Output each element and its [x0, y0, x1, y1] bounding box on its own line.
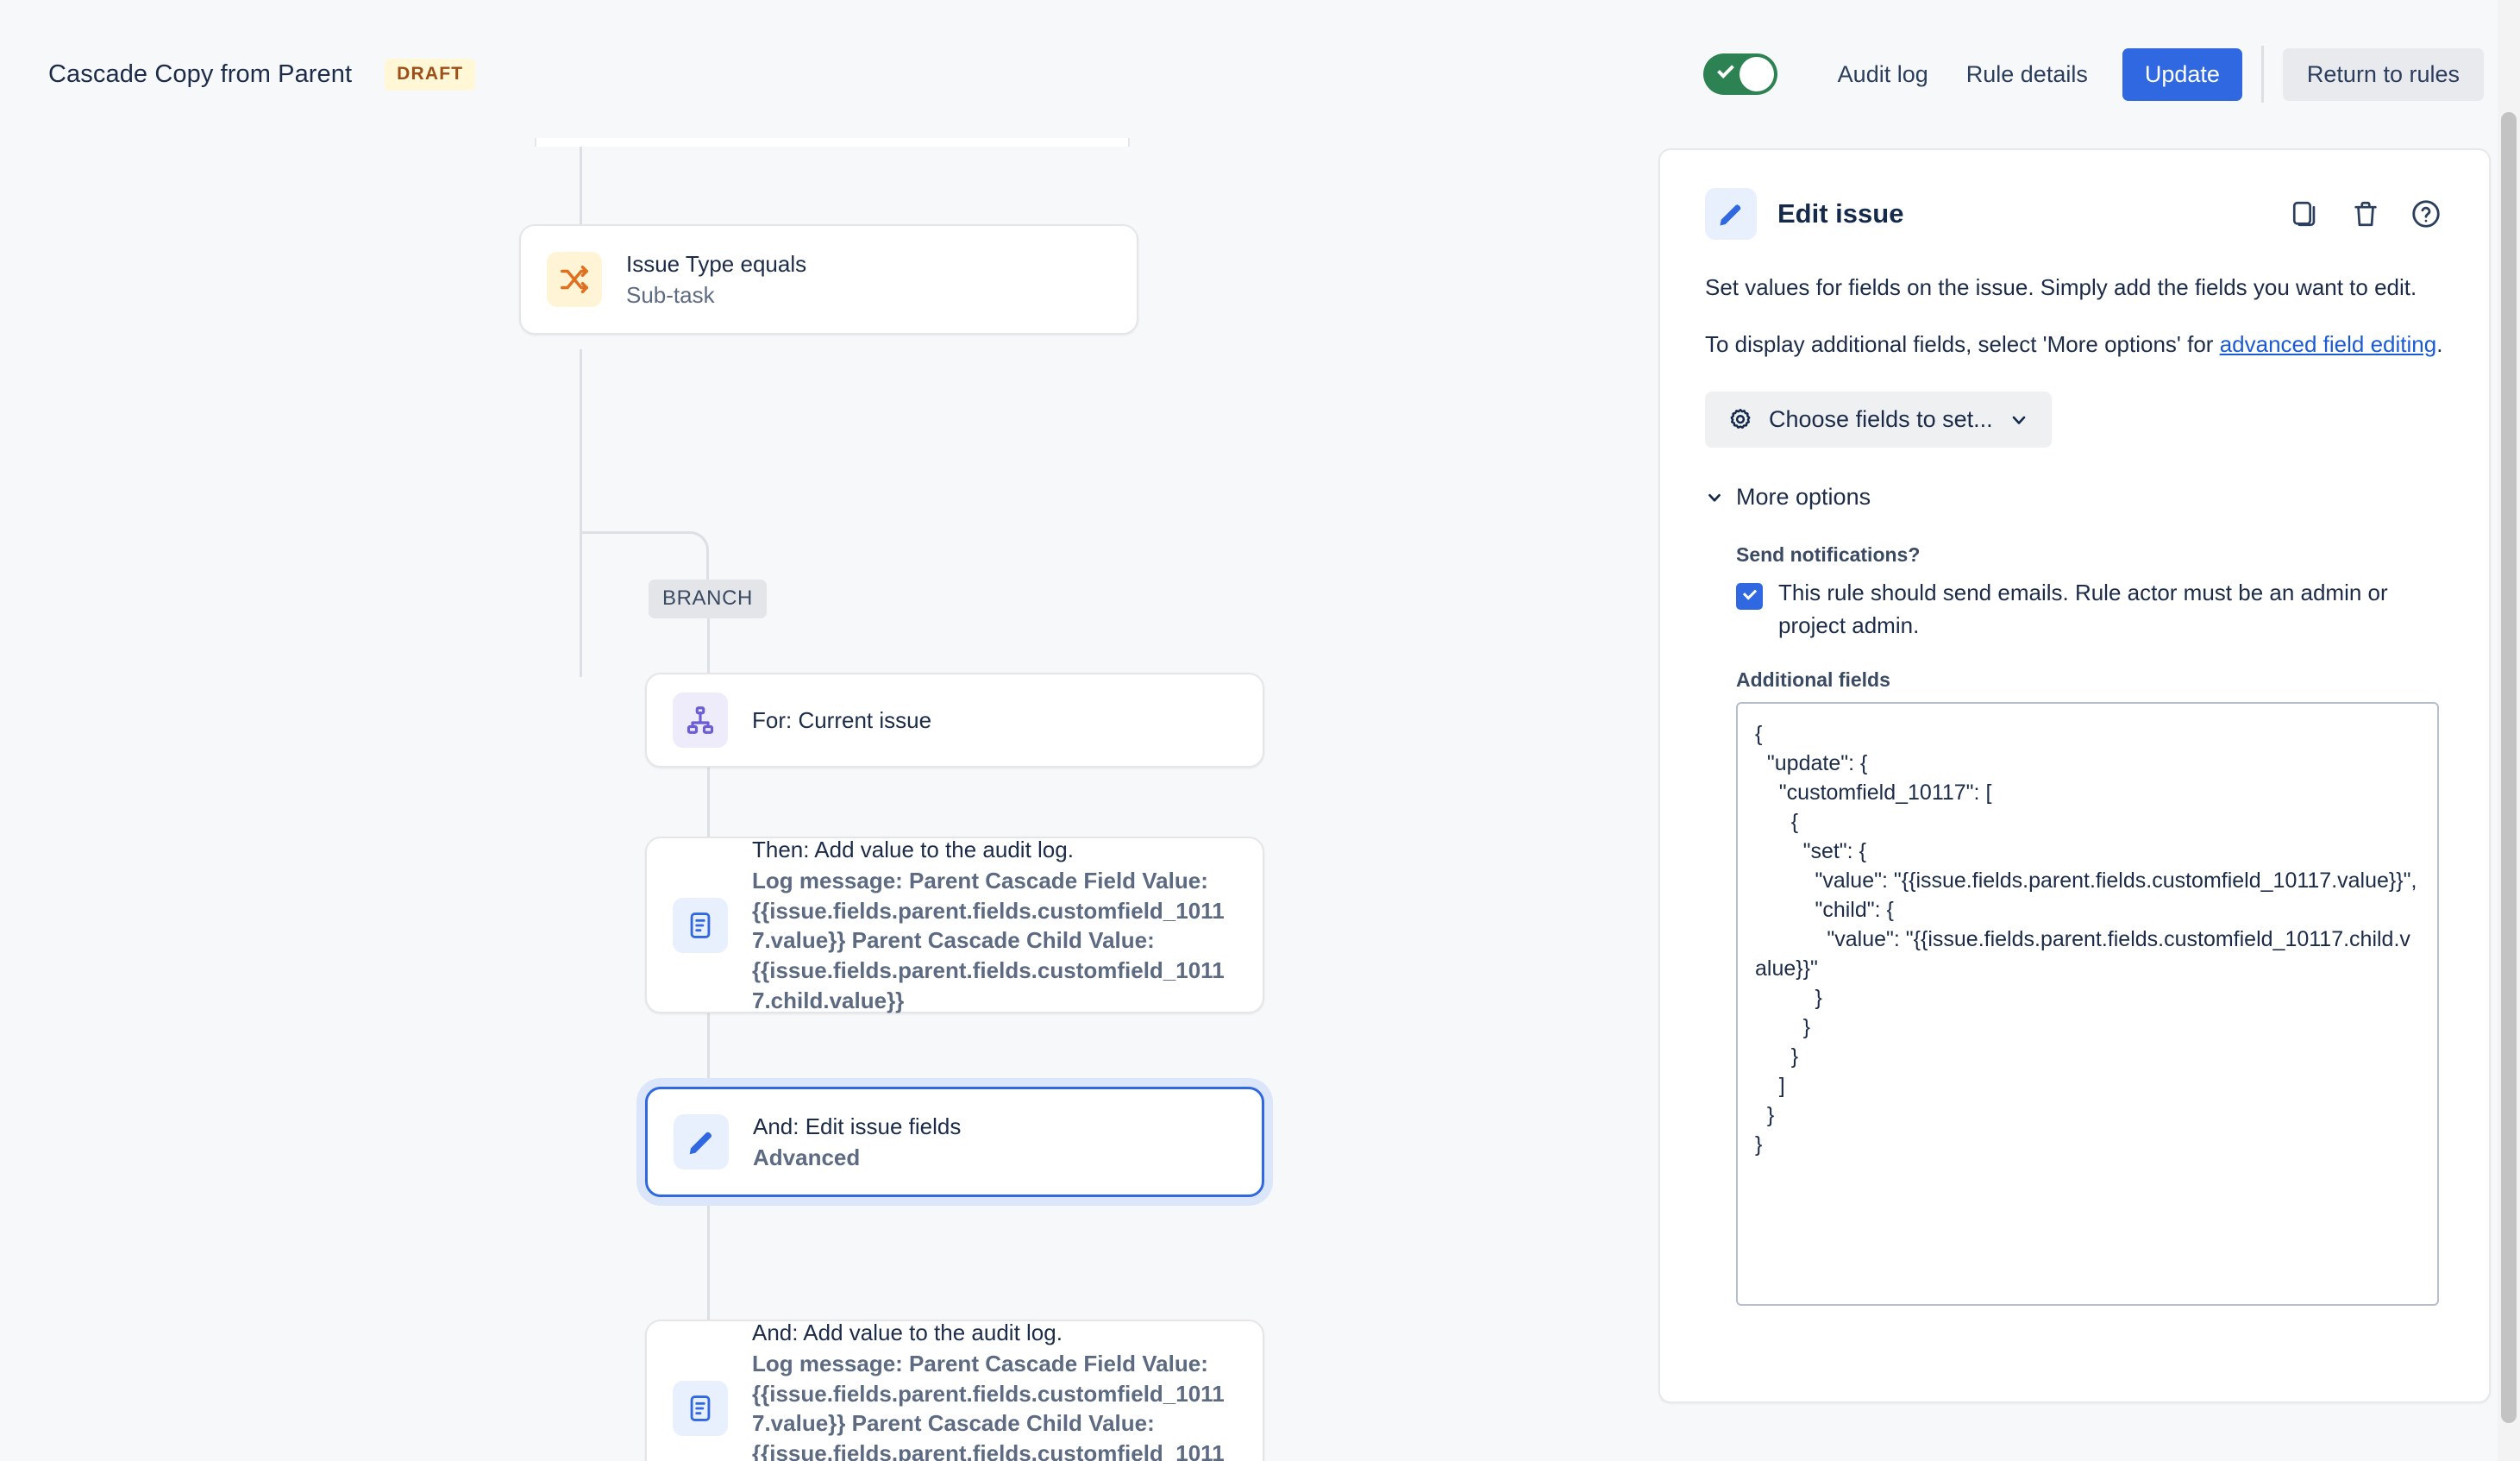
node-title: And: Edit issue fields — [753, 1113, 962, 1139]
rule-enabled-toggle[interactable] — [1702, 53, 1777, 95]
node-action-text: And: Edit issue fields Advanced — [753, 1112, 961, 1173]
gear-icon — [1727, 407, 1753, 433]
toggle-knob — [1739, 57, 1774, 91]
top-bar-left: Cascade Copy from Parent DRAFT — [0, 58, 476, 91]
panel-title: Edit issue — [1777, 198, 1904, 229]
audit-log-button[interactable]: Audit log — [1819, 49, 1947, 100]
node-title: And: Add value to the audit log. — [752, 1319, 1063, 1345]
panel-description-2: To display additional fields, select 'Mo… — [1705, 328, 2444, 361]
node-subtitle: Log message: Parent Cascade Field Value:… — [752, 1351, 1225, 1461]
node-subtitle: Advanced — [753, 1144, 861, 1170]
node-action-edit-issue-fields[interactable]: And: Edit issue fields Advanced — [645, 1087, 1264, 1197]
pencil-icon — [1705, 188, 1757, 240]
additional-fields-textarea[interactable]: { "update": { "customfield_10117": [ { "… — [1736, 701, 2439, 1306]
node-subtitle: Sub-task — [626, 281, 715, 308]
node-partial-above[interactable] — [535, 138, 1130, 147]
node-action-text: And: Add value to the audit log. Log mes… — [752, 1318, 1237, 1461]
send-emails-label: This rule should send emails. Rule actor… — [1778, 580, 2388, 639]
shuffle-icon — [547, 252, 602, 307]
more-options-label: More options — [1736, 484, 1871, 511]
update-button[interactable]: Update — [2122, 47, 2242, 101]
node-action-audit-log-and[interactable]: And: Add value to the audit log. Log mes… — [645, 1320, 1264, 1461]
chevron-down-icon — [2009, 410, 2029, 430]
check-icon — [1716, 61, 1734, 78]
node-branch-for-current-issue[interactable]: For: Current issue — [645, 673, 1264, 768]
node-title: Then: Add value to the audit log. — [752, 836, 1074, 862]
node-action-audit-log-then[interactable]: Then: Add value to the audit log. Log me… — [645, 837, 1264, 1013]
node-action-text: Then: Add value to the audit log. Log me… — [752, 835, 1237, 1015]
edit-issue-panel: Edit issue Set values for fields on the … — [1658, 148, 2491, 1403]
rule-canvas: Issue Type equals Sub-task BRANCH For: C… — [0, 138, 1647, 1461]
top-bar-actions: Audit log Rule details Update Return to … — [1702, 46, 2484, 103]
send-notifications-label: Send notifications? — [1736, 543, 1921, 567]
description-suffix: . — [2436, 331, 2443, 358]
node-condition-issue-type[interactable]: Issue Type equals Sub-task — [519, 224, 1138, 335]
return-to-rules-button[interactable]: Return to rules — [2282, 47, 2484, 101]
help-icon[interactable] — [2408, 196, 2444, 232]
trash-icon[interactable] — [2348, 196, 2384, 232]
rule-details-button[interactable]: Rule details — [1947, 49, 2107, 100]
chevron-down-icon — [1705, 488, 1724, 507]
choose-fields-label: Choose fields to set... — [1769, 406, 1993, 433]
top-bar: Cascade Copy from Parent DRAFT Audit log… — [0, 0, 2520, 148]
send-emails-checkbox[interactable] — [1736, 583, 1763, 611]
panel-description-1: Set values for fields on the issue. Simp… — [1705, 274, 2417, 300]
node-title: For: Current issue — [752, 706, 932, 733]
status-badge: DRAFT — [385, 58, 476, 91]
node-subtitle: Log message: Parent Cascade Field Value:… — [752, 868, 1225, 1013]
more-options-toggle[interactable]: More options — [1705, 484, 2444, 511]
node-title: Issue Type equals — [626, 250, 807, 277]
branch-chip: BRANCH — [649, 580, 767, 618]
page-title: Cascade Copy from Parent — [48, 60, 353, 88]
connector-trunk-top — [580, 138, 582, 233]
log-icon — [673, 897, 728, 953]
description-prefix: To display additional fields, select 'Mo… — [1705, 331, 2220, 358]
hierarchy-icon — [673, 693, 728, 748]
connector-trunk-mid — [580, 349, 582, 677]
toolbar-divider — [2260, 46, 2264, 103]
node-condition-text: Issue Type equals Sub-task — [626, 249, 806, 310]
duplicate-icon[interactable] — [2287, 196, 2323, 232]
panel-actions — [2287, 196, 2444, 232]
page-scrollbar-thumb[interactable] — [2501, 112, 2517, 1423]
log-icon — [673, 1380, 728, 1436]
choose-fields-dropdown[interactable]: Choose fields to set... — [1705, 392, 2052, 448]
panel-header: Edit issue — [1705, 188, 2444, 240]
send-emails-row: This rule should send emails. Rule actor… — [1736, 577, 2444, 642]
additional-fields-label: Additional fields — [1736, 668, 1890, 691]
advanced-field-editing-link[interactable]: advanced field editing — [2220, 331, 2437, 357]
page-scrollbar[interactable] — [2498, 0, 2520, 1461]
pencil-icon — [674, 1114, 729, 1169]
node-branch-text: For: Current issue — [752, 705, 931, 735]
